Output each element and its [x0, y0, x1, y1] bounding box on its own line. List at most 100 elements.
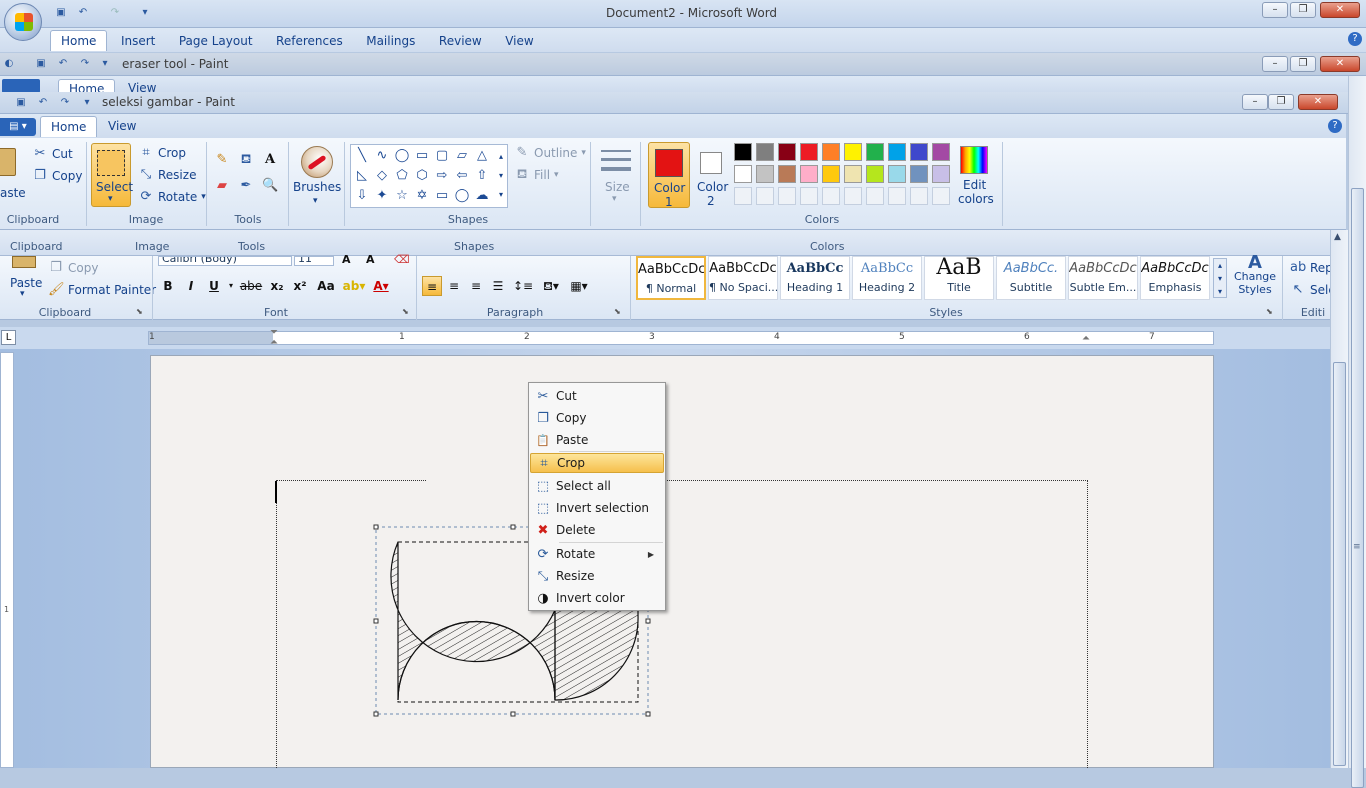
menu-item-invert-selection[interactable]: ⬚ Invert selection [530, 498, 664, 518]
style-item[interactable]: AaBbCc. Subtitle [996, 256, 1066, 300]
dialog-launcher-icon[interactable]: ⬊ [1266, 307, 1273, 316]
paint2-save-icon[interactable]: ▣ [14, 96, 28, 110]
paint1-redo-icon[interactable]: ↷ [78, 57, 92, 71]
style-item[interactable]: AaBbCcDc ¶ No Spaci... [708, 256, 778, 300]
office-button[interactable] [4, 3, 42, 41]
line-shape-icon[interactable]: ╲ [353, 147, 371, 165]
style-item[interactable]: AaB Title [924, 256, 994, 300]
right-indent-marker[interactable]: ⏶ [1082, 333, 1090, 344]
change-case-button[interactable]: Aa [313, 276, 339, 296]
paint-size-button[interactable]: Size ▾ [596, 144, 636, 208]
align-left-icon[interactable]: ≡ [422, 276, 442, 296]
pencil-icon[interactable]: ✎ [214, 152, 230, 168]
menu-item-select-all[interactable]: ⬚ Select all [530, 476, 664, 496]
color-picker-icon[interactable]: ✒ [238, 178, 254, 194]
word-tab-mailings[interactable]: Mailings [356, 31, 425, 51]
paint2-undo-icon[interactable]: ↶ [36, 96, 50, 110]
underline-button[interactable]: U [204, 276, 224, 296]
palette-empty-swatch[interactable] [866, 187, 884, 205]
paint1-menu-button[interactable] [2, 79, 40, 92]
change-styles-button[interactable]: A Change Styles [1230, 254, 1280, 302]
word-format-painter-button[interactable]: 🖌 Format Painter [48, 282, 156, 298]
palette-swatch[interactable] [932, 143, 950, 161]
palette-empty-swatch[interactable] [734, 187, 752, 205]
palette-empty-swatch[interactable] [910, 187, 928, 205]
palette-swatch[interactable] [888, 143, 906, 161]
style-item[interactable]: AaBbCc Heading 1 [780, 256, 850, 300]
align-right-icon[interactable]: ≡ [466, 276, 486, 296]
align-center-icon[interactable]: ≡ [444, 276, 464, 296]
undo-icon[interactable]: ↶ [76, 6, 90, 20]
scroll-thumb[interactable] [1333, 362, 1346, 766]
font-name-box[interactable]: Calibri (Body) [158, 256, 292, 266]
grow-font-icon[interactable]: A [342, 254, 351, 265]
paint-shapes-gallery[interactable]: ╲ ∿ ◯ ▭ ▢ ▱ △ ◺ ◇ ⬠ ⬡ ⇨ ⇦ ⇧ ⇩ ✦ ☆ ✡ ▭ ◯ … [350, 144, 508, 208]
oval-shape-icon[interactable]: ◯ [393, 147, 411, 165]
paint1-save-icon[interactable]: ▣ [34, 57, 48, 71]
word-tab-view[interactable]: View [495, 31, 543, 51]
qat-dropdown-icon[interactable]: ▾ [138, 6, 152, 20]
word-minimize-button[interactable]: – [1262, 2, 1288, 18]
text-tool-icon[interactable]: A [262, 152, 278, 168]
paint-edit-colors-button[interactable]: Edit colors [956, 142, 994, 208]
pentagon-shape-icon[interactable]: ⬠ [393, 167, 411, 185]
shrink-font-icon[interactable]: A [366, 254, 375, 265]
paint1-maximize-button[interactable]: ❐ [1290, 56, 1316, 72]
palette-swatch[interactable] [800, 165, 818, 183]
hanging-indent-marker[interactable]: ⏶ [270, 337, 278, 348]
down-arrow-shape-icon[interactable]: ⇩ [353, 187, 371, 205]
horizontal-ruler[interactable]: 1 1 2 3 4 5 6 7 [148, 331, 1214, 345]
six-point-star-shape-icon[interactable]: ✡ [413, 187, 431, 205]
shapes-scroll-icon[interactable]: ▴ ▾ ▾ [495, 147, 507, 205]
rect-callout-shape-icon[interactable]: ▭ [433, 187, 451, 205]
paint1-minimize-button[interactable]: – [1262, 56, 1288, 72]
palette-empty-swatch[interactable] [822, 187, 840, 205]
paint-fill-button[interactable]: ⛾ Fill ▾ [514, 165, 559, 185]
style-item[interactable]: AaBbCcDc Emphasis [1140, 256, 1210, 300]
rectangle-shape-icon[interactable]: ▭ [413, 147, 431, 165]
right-arrow-shape-icon[interactable]: ⇨ [433, 167, 451, 185]
dialog-launcher-icon[interactable]: ⬊ [614, 307, 621, 316]
palette-swatch[interactable] [844, 143, 862, 161]
word-copy-button[interactable]: ❐ Copy [48, 260, 98, 276]
paint2-menu-button[interactable]: ▤ ▾ [0, 118, 36, 136]
palette-swatch[interactable] [844, 165, 862, 183]
up-arrow-shape-icon[interactable]: ⇧ [473, 167, 491, 185]
paint2-tab-home[interactable]: Home [40, 116, 98, 137]
styles-scroll-icon[interactable]: ▴ ▾ ▾ [1213, 258, 1227, 298]
menu-item-resize[interactable]: ⤡ Resize [530, 566, 664, 586]
shading-icon[interactable]: ⛾▾ [538, 276, 564, 296]
font-color-icon[interactable]: A▾ [369, 276, 393, 296]
paint1-close-button[interactable]: ✕ [1320, 56, 1360, 72]
scroll-up-arrow-icon[interactable]: ▲ [1334, 232, 1341, 242]
magnifier-icon[interactable]: 🔍 [262, 178, 278, 194]
palette-swatch[interactable] [756, 143, 774, 161]
paint2-qat-dropdown-icon[interactable]: ▾ [80, 96, 94, 110]
palette-empty-swatch[interactable] [800, 187, 818, 205]
paint-select-button[interactable]: Select ▾ [91, 143, 133, 207]
right-triangle-shape-icon[interactable]: ◺ [353, 167, 371, 185]
menu-item-invert-color[interactable]: ◑ Invert color [530, 588, 664, 608]
palette-empty-swatch[interactable] [888, 187, 906, 205]
menu-item-paste[interactable]: 📋 Paste [530, 430, 664, 450]
strikethrough-button[interactable]: abe [238, 276, 264, 296]
paint-paste-button[interactable]: aste [0, 144, 26, 204]
paint-color2-button[interactable]: Color 2 [694, 142, 728, 208]
palette-swatch[interactable] [932, 165, 950, 183]
palette-swatch[interactable] [778, 143, 796, 161]
palette-swatch[interactable] [734, 143, 752, 161]
style-item[interactable]: AaBbCcDc Subtle Em... [1068, 256, 1138, 300]
paint2-help-icon[interactable]: ? [1328, 119, 1342, 133]
word-tab-page-layout[interactable]: Page Layout [169, 31, 263, 51]
palette-swatch[interactable] [910, 143, 928, 161]
palette-swatch[interactable] [822, 165, 840, 183]
curve-shape-icon[interactable]: ∿ [373, 147, 391, 165]
paint1-qat-dropdown-icon[interactable]: ▾ [98, 57, 112, 71]
palette-swatch[interactable] [866, 165, 884, 183]
replace-button[interactable]: ab Rep [1290, 260, 1333, 276]
paint-brushes-button[interactable]: Brushes ▾ [293, 144, 341, 210]
palette-empty-swatch[interactable] [778, 187, 796, 205]
clear-format-icon[interactable]: ⌫ [394, 254, 410, 265]
menu-item-delete[interactable]: ✖ Delete [530, 520, 664, 540]
paint-color1-button[interactable]: Color 1 [648, 142, 690, 209]
